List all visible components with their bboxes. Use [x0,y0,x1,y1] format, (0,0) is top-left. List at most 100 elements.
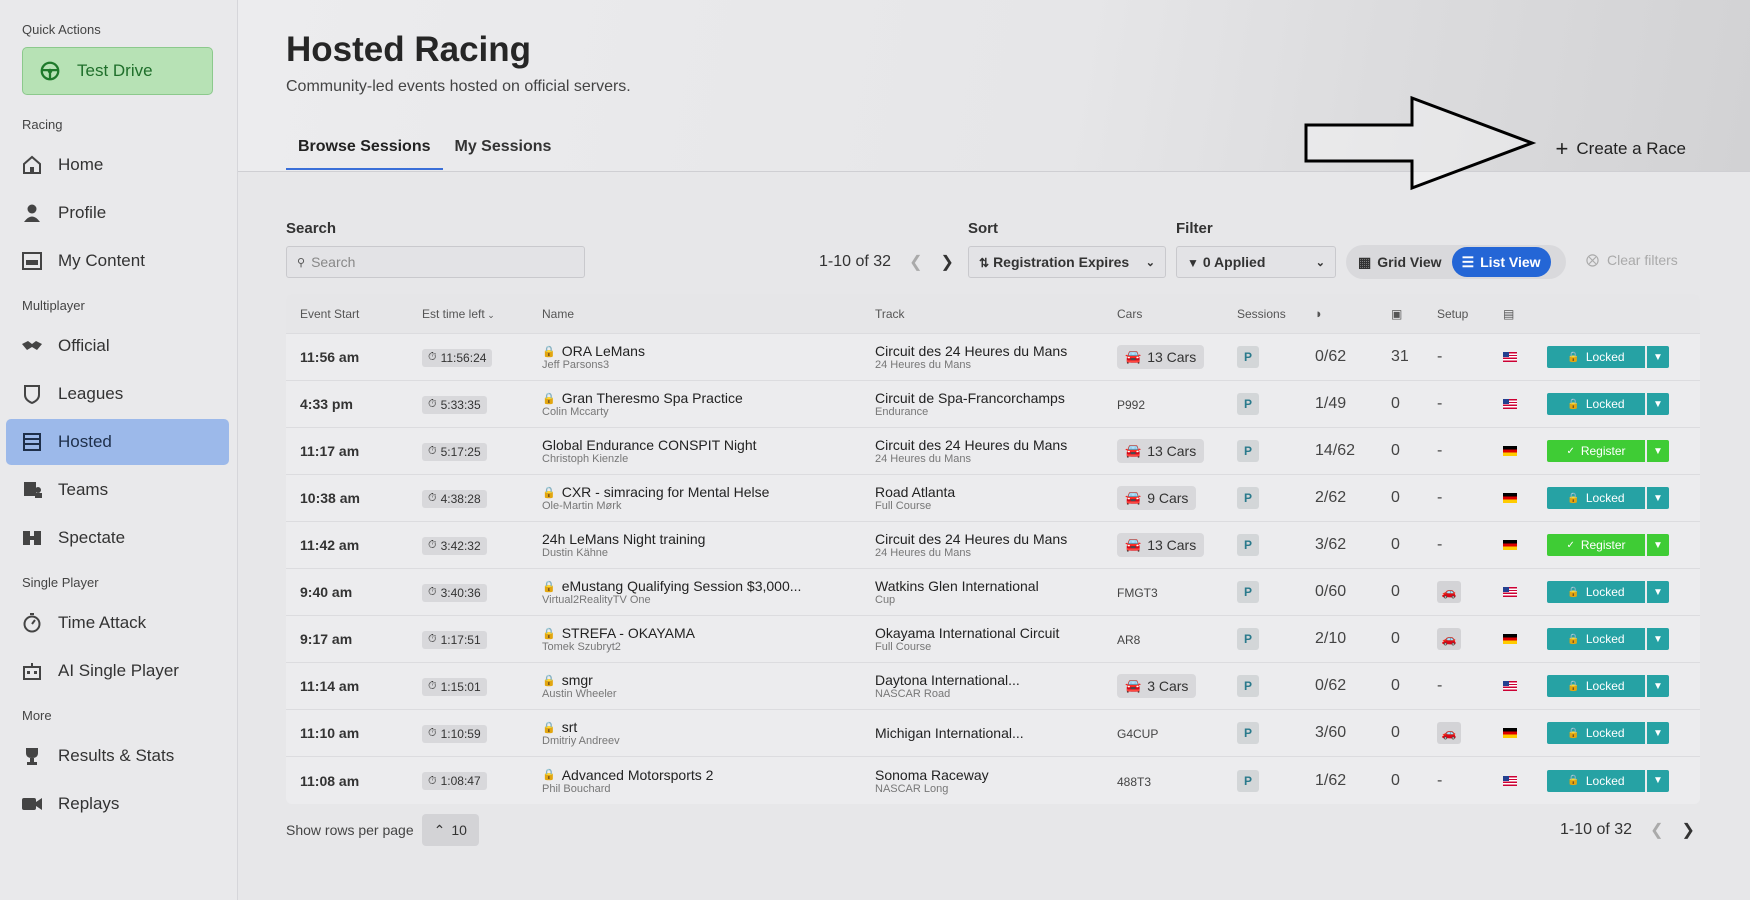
tab-browse-sessions[interactable]: Browse Sessions [286,130,443,170]
action-main[interactable]: 🔒 Locked [1547,393,1645,415]
col-track[interactable]: Track [861,307,1103,321]
search-input[interactable]: ⚲ Search [286,246,585,278]
prev-page-icon[interactable]: ❮ [909,252,922,272]
cars-pill[interactable]: 🚘 3 Cars [1117,674,1197,698]
col-setup[interactable]: Setup [1423,307,1489,321]
setup-icon[interactable]: 🚗 [1437,628,1461,650]
action-dropdown-chevron-icon[interactable]: ▼ [1647,675,1669,697]
locked-button[interactable]: 🔒 Locked ▼ [1547,581,1669,603]
session-name-cell[interactable]: Global Endurance CONSPIT Night Christoph… [528,437,861,465]
event-start: 11:42 am [300,537,360,553]
locked-button[interactable]: 🔒 Locked ▼ [1547,722,1669,744]
session-name-cell[interactable]: 24h LeMans Night training Dustin Kähne [528,531,861,559]
prev-page-icon[interactable]: ❮ [1650,820,1663,840]
sessions-cell: P [1223,346,1301,368]
grid-view-button[interactable]: ▦ Grid View [1348,247,1452,277]
sidebar-item-time-attack[interactable]: Time Attack [6,600,229,646]
action-dropdown-chevron-icon[interactable]: ▼ [1647,440,1669,462]
action-main[interactable]: 🔒 Locked [1547,487,1645,509]
locked-button[interactable]: 🔒 Locked ▼ [1547,487,1669,509]
sidebar-item-spectate[interactable]: Spectate [6,515,229,561]
col-name[interactable]: Name [528,307,861,321]
setup-icon[interactable]: 🚗 [1437,581,1461,603]
sort-dropdown[interactable]: ⇅ Registration Expires ⌄ [968,246,1166,278]
cars-pill[interactable]: 🚘 13 Cars [1117,345,1205,369]
session-name-cell[interactable]: 🔒 eMustang Qualifying Session $3,000... V… [528,578,861,606]
setup-icon[interactable]: 🚗 [1437,722,1461,744]
session-name-cell[interactable]: 🔒 srt Dmitriy Andreev [528,719,861,747]
action-dropdown-chevron-icon[interactable]: ▼ [1647,487,1669,509]
sidebar-item-results-stats[interactable]: Results & Stats [6,733,229,779]
create-race-button[interactable]: + Create a Race [1556,138,1686,160]
clear-filters-button[interactable]: ⨂ Clear filters [1586,252,1678,268]
action-main[interactable]: 🔒 Locked [1547,722,1645,744]
locked-button[interactable]: 🔒 Locked ▼ [1547,628,1669,650]
locked-button[interactable]: 🔒 Locked ▼ [1547,675,1669,697]
action-dropdown-chevron-icon[interactable]: ▼ [1647,769,1669,792]
sidebar-item-leagues[interactable]: Leagues [6,371,229,417]
action-main[interactable]: 🔒 Locked [1547,346,1645,368]
session-name-cell[interactable]: 🔒 STREFA - OKAYAMA Tomek Szubryt2 [528,625,861,653]
action-dropdown-chevron-icon[interactable]: ▼ [1647,346,1669,368]
sidebar-item-profile[interactable]: Profile [6,190,229,236]
action-dropdown-chevron-icon[interactable]: ▼ [1647,628,1669,650]
col-registered[interactable]: ◗ [1301,306,1377,321]
table-row[interactable]: 9:17 am ⏱ 1:17:51 🔒 STREFA - OKAYAMA Tomek… [286,616,1700,663]
table-row[interactable]: 4:33 pm ⏱ 5:33:35 🔒 Gran Theresmo Spa Prac… [286,381,1700,428]
action-main[interactable]: 🔒 Locked [1547,628,1645,650]
table-row[interactable]: 11:14 am ⏱ 1:15:01 🔒 smgr Austin Wheeler D… [286,663,1700,710]
action-dropdown-chevron-icon[interactable]: ▼ [1647,393,1669,415]
table-row[interactable]: 11:56 am ⏱ 11:56:24 🔒 ORA LeMans Jeff Pars… [286,334,1700,381]
col-server[interactable]: ▤ [1489,307,1529,321]
table-row[interactable]: 10:38 am ⏱ 4:38:28 🔒 CXR - simracing for M… [286,475,1700,522]
action-main[interactable]: 🔒 Locked [1547,675,1645,697]
sidebar-item-teams[interactable]: Teams [6,467,229,513]
session-name-cell[interactable]: 🔒 CXR - simracing for Mental Helse Ole-Ma… [528,484,861,512]
sidebar-item-replays[interactable]: Replays [6,781,229,827]
table-row[interactable]: 11:08 am ⏱ 1:08:47 🔒 Advanced Motorsports … [286,757,1700,804]
col-event-start[interactable]: Event Start [286,307,408,321]
cars-pill[interactable]: 🚘 13 Cars [1117,439,1205,463]
video-camera-icon [20,792,44,816]
test-drive-button[interactable]: Test Drive [22,47,213,95]
col-count[interactable]: ▣ [1377,307,1423,321]
table-row[interactable]: 11:42 am ⏱ 3:42:32 24h LeMans Night train… [286,522,1700,569]
locked-button[interactable]: 🔒 Locked ▼ [1547,393,1669,415]
rows-per-page-select[interactable]: ⌃ 10 [421,814,479,846]
session-name-cell[interactable]: 🔒 Gran Theresmo Spa Practice Colin Mccart… [528,390,861,418]
sidebar-item-ai-single-player[interactable]: AI Single Player [6,648,229,694]
sidebar-item-home[interactable]: Home [6,142,229,188]
action-dropdown-chevron-icon[interactable]: ▼ [1647,722,1669,744]
cars-pill[interactable]: 🚘 9 Cars [1117,486,1197,510]
action-dropdown-chevron-icon[interactable]: ▼ [1647,581,1669,603]
registered-cell: 0/60 [1301,583,1377,601]
col-est-time-left[interactable]: Est time left ⌄ [408,307,528,321]
sidebar-item-my-content[interactable]: My Content [6,238,229,284]
list-view-button[interactable]: ☰ List View [1451,247,1551,277]
table-row[interactable]: 11:17 am ⏱ 5:17:25 Global Endurance CONSP… [286,428,1700,475]
action-dropdown-chevron-icon[interactable]: ▼ [1647,534,1669,556]
tab-my-sessions[interactable]: My Sessions [443,130,564,170]
sidebar-item-hosted[interactable]: Hosted [6,419,229,465]
locked-button[interactable]: 🔒 Locked ▼ [1547,769,1669,792]
next-page-icon[interactable]: ❯ [1681,820,1694,840]
register-button[interactable]: ✓ Register ▼ [1547,440,1669,462]
action-main[interactable]: ✓ Register [1547,440,1645,462]
filter-dropdown[interactable]: ▼ 0 Applied ⌄ [1176,246,1336,278]
col-sessions[interactable]: Sessions [1223,307,1301,321]
action-main[interactable]: 🔒 Locked [1547,581,1645,603]
locked-button[interactable]: 🔒 Locked ▼ [1547,346,1669,368]
session-name-cell[interactable]: 🔒 Advanced Motorsports 2 Phil Bouchard [528,767,861,795]
register-button[interactable]: ✓ Register ▼ [1547,534,1669,556]
cars-pill[interactable]: 🚘 13 Cars [1117,533,1205,557]
session-name: 🔒 ORA LeMans [542,343,861,359]
action-main[interactable]: 🔒 Locked [1547,769,1645,792]
action-main[interactable]: ✓ Register [1547,534,1645,556]
session-name-cell[interactable]: 🔒 ORA LeMans Jeff Parsons3 [528,343,861,371]
sidebar-item-official[interactable]: Official [6,323,229,369]
col-cars[interactable]: Cars [1103,307,1223,321]
next-page-icon[interactable]: ❯ [940,252,953,272]
table-row[interactable]: 9:40 am ⏱ 3:40:36 🔒 eMustang Qualifying Se… [286,569,1700,616]
table-row[interactable]: 11:10 am ⏱ 1:10:59 🔒 srt Dmitriy Andreev M… [286,710,1700,757]
session-name-cell[interactable]: 🔒 smgr Austin Wheeler [528,672,861,700]
